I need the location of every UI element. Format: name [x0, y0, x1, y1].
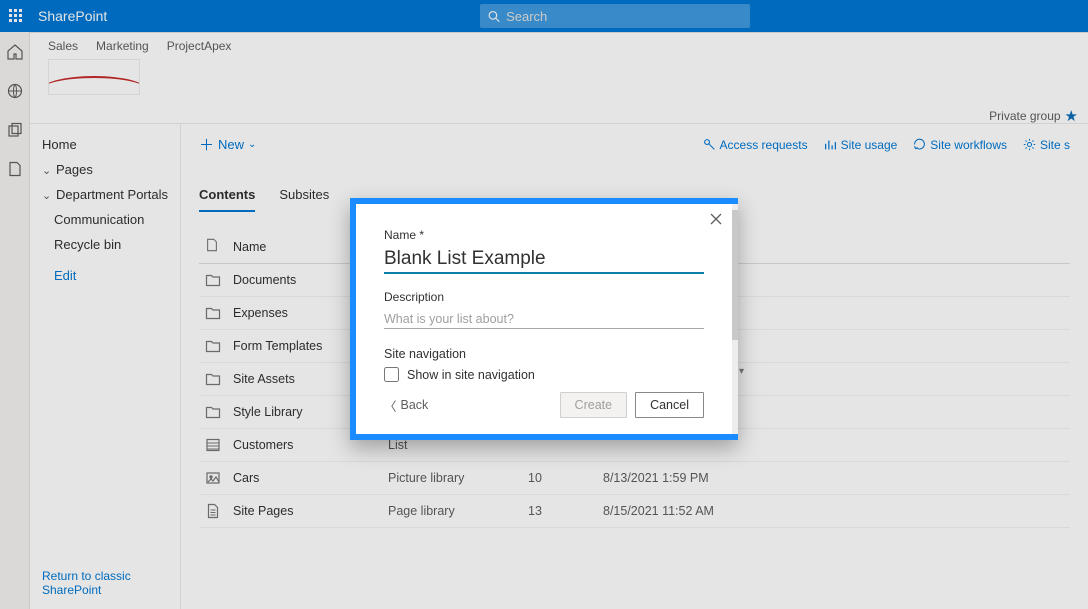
- chevron-left-icon: 〈: [384, 396, 397, 415]
- scrollbar-thumb[interactable]: [732, 210, 738, 340]
- scroll-down-icon[interactable]: ▾: [739, 366, 744, 377]
- description-input[interactable]: [384, 308, 704, 329]
- create-button[interactable]: Create: [560, 392, 628, 418]
- cancel-button[interactable]: Cancel: [635, 392, 704, 418]
- show-in-nav-row[interactable]: Show in site navigation: [384, 367, 704, 382]
- show-in-nav-checkbox[interactable]: [384, 367, 399, 382]
- create-list-dialog: ▾ Name * Description Site navigation Sho…: [350, 198, 738, 440]
- sitenav-section-label: Site navigation: [384, 347, 704, 361]
- back-button[interactable]: 〈 Back: [384, 396, 428, 415]
- description-label: Description: [384, 290, 704, 304]
- name-input[interactable]: [384, 244, 704, 274]
- name-label: Name *: [384, 228, 704, 242]
- modal-overlay: ▾ Name * Description Site navigation Sho…: [0, 0, 1088, 609]
- close-icon: [710, 213, 722, 225]
- back-label: Back: [401, 398, 429, 412]
- show-in-nav-label: Show in site navigation: [407, 368, 535, 382]
- close-button[interactable]: [710, 212, 722, 228]
